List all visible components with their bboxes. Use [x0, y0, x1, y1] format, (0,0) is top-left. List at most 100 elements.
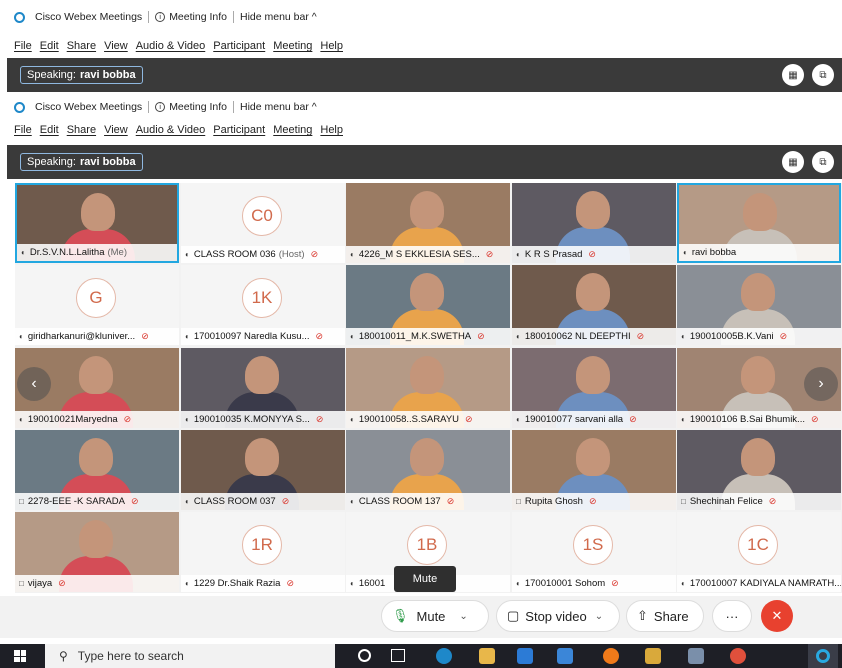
participant-tile[interactable]: C0 ◐ CLASS ROOM 036 (Host) ⊘	[181, 183, 345, 263]
audio-icon: □	[516, 497, 521, 506]
participant-tile[interactable]: □ vijaya ⊘	[15, 512, 179, 592]
participant-caption: ◐ giridharkanuri@kluniver... ⊘	[15, 328, 179, 345]
muted-mic-icon: ⊘	[636, 331, 645, 341]
app-icon[interactable]	[645, 648, 661, 664]
chevron-down-icon[interactable]: ⌄	[459, 611, 467, 622]
pop-out-icon[interactable]: ⧉	[812, 151, 834, 173]
layout-grid-icon[interactable]: ▦	[782, 64, 804, 86]
store-icon[interactable]	[557, 648, 573, 664]
participant-tile[interactable]: 1C ◐ 170010007 KADIYALA NAMRATH...	[677, 512, 841, 592]
meeting-info-button[interactable]: i Meeting Info	[149, 11, 233, 23]
hide-menu-bar-button[interactable]: Hide menu bar ^	[234, 101, 323, 113]
chevron-down-icon[interactable]: ⌄	[595, 611, 603, 622]
participant-tile[interactable]: □ Shechinah Felice ⊘	[677, 430, 841, 510]
next-page-icon[interactable]: ›	[804, 367, 838, 401]
menu-edit[interactable]: Edit	[40, 124, 59, 136]
participant-avatar: 1K	[242, 278, 282, 318]
participant-tile[interactable]: ◐ 180010011_M.K.SWETHA ⊘	[346, 265, 510, 345]
audio-icon: ◐	[681, 579, 686, 588]
participant-caption: ◐ 1229 Dr.Shaik Razia ⊘	[181, 575, 345, 592]
menu-help[interactable]: Help	[320, 40, 343, 52]
participant-grid: ◐ Dr.S.V.N.L.Lalitha (Me) C0 ◐ CLASS ROOM 036…	[15, 183, 842, 593]
taskbar-search[interactable]: ⚲ Type here to search	[45, 644, 335, 668]
webex-taskbar-icon[interactable]	[808, 644, 838, 668]
mute-button[interactable]: 🎙 Mute ⌄	[381, 600, 489, 632]
participant-tile[interactable]: ◐ 190010077 sarvani alla ⊘	[512, 348, 676, 428]
participant-name: CLASS ROOM 037	[193, 496, 276, 507]
stop-video-button[interactable]: ▢ Stop video ⌄	[496, 600, 620, 632]
participant-name: 190010021Maryedna	[27, 414, 118, 425]
menu-share[interactable]: Share	[67, 40, 96, 52]
share-button[interactable]: ⇧ Share	[626, 600, 704, 632]
muted-mic-icon: ⊘	[141, 331, 149, 341]
participant-caption: □ Rupita Ghosh ⊘	[512, 493, 676, 510]
menu-audio-video[interactable]: Audio & Video	[136, 124, 206, 136]
participant-tile[interactable]: ◐ CLASS ROOM 037 ⊘	[181, 430, 345, 510]
windows-taskbar: ⚲ Type here to search	[0, 644, 842, 668]
participant-name: 180010011_M.K.SWETHA	[358, 331, 472, 342]
participant-avatar: C0	[242, 196, 282, 236]
participant-name: ravi bobba	[691, 247, 737, 258]
menu-view[interactable]: View	[104, 40, 128, 52]
mail-icon[interactable]	[517, 648, 533, 664]
menu-meeting[interactable]: Meeting	[273, 124, 312, 136]
muted-mic-icon: ⊘	[485, 249, 494, 259]
leave-meeting-button[interactable]: ✕	[761, 600, 793, 632]
mute-tooltip: Mute	[394, 566, 456, 592]
edge-icon[interactable]	[436, 648, 452, 664]
participant-tile[interactable]: 1S ◐ 170010001 Sohom ⊘	[512, 512, 676, 592]
participant-caption: ◐ 190010058..S.SARAYU ⊘	[346, 411, 510, 428]
participant-tile[interactable]: ◐ 180010062 NL DEEPTHI ⊘	[512, 265, 676, 345]
menu-file[interactable]: File	[14, 40, 32, 52]
participant-name: 180010062 NL DEEPTHI	[524, 331, 631, 342]
menu-file[interactable]: File	[14, 124, 32, 136]
file-explorer-icon[interactable]	[479, 648, 495, 664]
meeting-info-button[interactable]: i Meeting Info	[149, 101, 233, 113]
muted-mic-icon: ⊘	[281, 496, 290, 506]
windows-start-icon[interactable]	[14, 650, 26, 662]
participant-tile[interactable]: G ◐ giridharkanuri@kluniver... ⊘	[15, 265, 179, 345]
participant-tile[interactable]: ◐ K R S Prasad ⊘	[512, 183, 676, 263]
participant-face	[79, 438, 113, 476]
task-view-icon[interactable]	[391, 649, 405, 662]
muted-mic-icon: ⊘	[477, 331, 485, 341]
menu-edit[interactable]: Edit	[40, 40, 59, 52]
participant-caption: ◐ CLASS ROOM 137 ⊘	[346, 493, 510, 510]
participant-name: Dr.S.V.N.L.Lalitha	[29, 247, 105, 258]
menu-view[interactable]: View	[104, 124, 128, 136]
menu-participant[interactable]: Participant	[213, 40, 265, 52]
participant-tile[interactable]: ◐ Dr.S.V.N.L.Lalitha (Me)	[15, 183, 179, 263]
participant-tile[interactable]: ◐ 190010005B.K.Vani ⊘	[677, 265, 841, 345]
participant-tile[interactable]: ◐ 4226_M S EKKLESIA SES... ⊘	[346, 183, 510, 263]
webex-logo-icon	[14, 101, 25, 113]
menu-audio-video[interactable]: Audio & Video	[136, 40, 206, 52]
chrome-icon[interactable]	[730, 648, 746, 664]
participant-avatar: 1R	[242, 525, 282, 565]
participant-name: CLASS ROOM 036	[193, 249, 276, 260]
participant-caption: ◐ CLASS ROOM 037 ⊘	[181, 493, 345, 510]
audio-icon: □	[19, 579, 24, 588]
previous-page-icon[interactable]: ‹	[17, 367, 51, 401]
cortana-icon[interactable]	[358, 649, 371, 662]
participant-tile[interactable]: ◐ 190010058..S.SARAYU ⊘	[346, 348, 510, 428]
firefox-icon[interactable]	[603, 648, 619, 664]
menu-meeting[interactable]: Meeting	[273, 40, 312, 52]
participant-tile[interactable]: ◐ 190010035 K.MONYYA S... ⊘	[181, 348, 345, 428]
more-options-button[interactable]: ···	[712, 600, 752, 632]
snipping-tool-icon[interactable]	[688, 648, 704, 664]
share-icon: ⇧	[637, 608, 648, 623]
menu-share[interactable]: Share	[67, 124, 96, 136]
audio-icon: □	[19, 497, 24, 506]
pop-out-icon[interactable]: ⧉	[812, 64, 834, 86]
participant-caption: ◐ 180010011_M.K.SWETHA ⊘	[346, 328, 510, 345]
participant-tile[interactable]: ◐ ravi bobba	[677, 183, 841, 263]
layout-grid-icon[interactable]: ▦	[782, 151, 804, 173]
menu-help[interactable]: Help	[320, 124, 343, 136]
participant-tile[interactable]: 1K ◐ 170010097 Naredla Kusu... ⊘	[181, 265, 345, 345]
participant-tile[interactable]: ◐ CLASS ROOM 137 ⊘	[346, 430, 510, 510]
participant-tile[interactable]: 1R ◐ 1229 Dr.Shaik Razia ⊘	[181, 512, 345, 592]
menu-participant[interactable]: Participant	[213, 124, 265, 136]
participant-tile[interactable]: □ Rupita Ghosh ⊘	[512, 430, 676, 510]
hide-menu-bar-button[interactable]: Hide menu bar ^	[234, 11, 323, 23]
participant-tile[interactable]: □ 2278-EEE -K SARADA ⊘	[15, 430, 179, 510]
